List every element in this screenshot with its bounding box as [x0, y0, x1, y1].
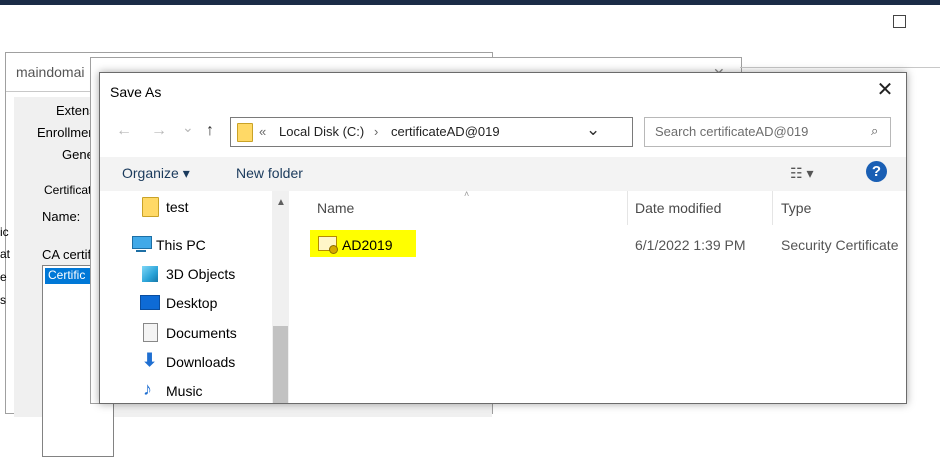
view-options-icon[interactable]: ☷ ▾: [790, 165, 813, 182]
search-placeholder: Search certificateAD@019: [655, 124, 809, 139]
background-window-edge: [740, 67, 940, 68]
edge-text: at: [0, 247, 11, 261]
ca-certificate-label: CA certif: [42, 247, 92, 262]
document-icon: [143, 323, 158, 342]
new-folder-button[interactable]: New folder: [236, 165, 303, 181]
column-divider[interactable]: [627, 191, 628, 225]
search-icon[interactable]: ⌕: [871, 123, 878, 139]
scroll-up-icon[interactable]: ▲: [276, 197, 286, 208]
nav-item-test[interactable]: test: [166, 199, 189, 215]
edge-text: ic: [0, 225, 9, 239]
download-icon: ⬇: [142, 350, 158, 370]
back-arrow-icon[interactable]: ←: [116, 122, 132, 140]
command-bar: Organize ▾ New folder ☷ ▾: [100, 157, 906, 191]
nav-scrollbar[interactable]: ▲: [272, 191, 289, 403]
navigation-pane: test This PC 3D Objects Desktop Document…: [100, 191, 290, 403]
cube-icon: [142, 266, 158, 282]
address-bar[interactable]: « Local Disk (C:) › certificateAD@019 ⌄ …: [230, 117, 752, 147]
name-label: Name:: [42, 209, 81, 224]
file-name-cell[interactable]: AD2019: [342, 237, 393, 253]
maximize-icon[interactable]: [893, 15, 906, 28]
desktop-icon: [140, 295, 160, 310]
nav-item-music[interactable]: Music: [166, 383, 203, 399]
edge-text: e: [0, 270, 7, 284]
nav-item-this-pc[interactable]: This PC: [156, 237, 206, 253]
organize-button[interactable]: Organize ▾: [122, 165, 190, 182]
file-type-cell: Security Certificate: [781, 237, 899, 253]
scroll-thumb[interactable]: [273, 326, 288, 403]
help-icon[interactable]: ?: [866, 161, 887, 182]
up-arrow-icon[interactable]: ↑: [206, 122, 214, 140]
forward-arrow-icon[interactable]: →: [151, 122, 167, 140]
computer-stand: [136, 250, 146, 252]
sort-ascending-icon: ˄: [464, 189, 470, 199]
breadcrumb-separator-icon[interactable]: ›: [374, 124, 378, 139]
desktop-top-strip: [0, 0, 940, 5]
column-header-date-modified[interactable]: Date modified: [635, 200, 721, 216]
nav-item-documents[interactable]: Documents: [166, 325, 237, 341]
column-header-name[interactable]: Name: [317, 200, 354, 216]
edge-text: s: [0, 293, 6, 307]
folder-icon: [142, 197, 159, 217]
folder-icon: [237, 123, 253, 142]
background-window-title: maindomai: [16, 64, 85, 80]
file-date-cell: 6/1/2022 1:39 PM: [635, 237, 746, 253]
breadcrumb-local-disk[interactable]: Local Disk (C:): [279, 124, 364, 139]
search-input[interactable]: Search certificateAD@019 ⌕: [644, 117, 891, 147]
save-as-dialog: Save As ✕ ← → ⌄ ↑ « Local Disk (C:) › ce…: [99, 72, 907, 404]
breadcrumb-current-folder[interactable]: certificateAD@019: [391, 124, 500, 139]
close-button[interactable]: ✕: [874, 79, 896, 101]
nav-item-downloads[interactable]: Downloads: [166, 354, 235, 370]
group-label: Certificat: [44, 183, 92, 197]
dialog-title: Save As: [110, 84, 162, 100]
music-icon: ♪: [143, 379, 152, 399]
nav-item-3d-objects[interactable]: 3D Objects: [166, 266, 235, 282]
tab-enrollment[interactable]: Enrollmen: [37, 125, 96, 140]
column-divider[interactable]: [772, 191, 773, 225]
certificate-seal-icon: [329, 245, 338, 254]
nav-item-desktop[interactable]: Desktop: [166, 295, 217, 311]
chevron-left-icon[interactable]: «: [259, 124, 266, 139]
computer-icon: [132, 236, 152, 249]
column-header-type[interactable]: Type: [781, 200, 811, 216]
recent-locations-icon[interactable]: ⌄: [182, 119, 194, 136]
chevron-down-icon[interactable]: ⌄: [586, 120, 600, 140]
